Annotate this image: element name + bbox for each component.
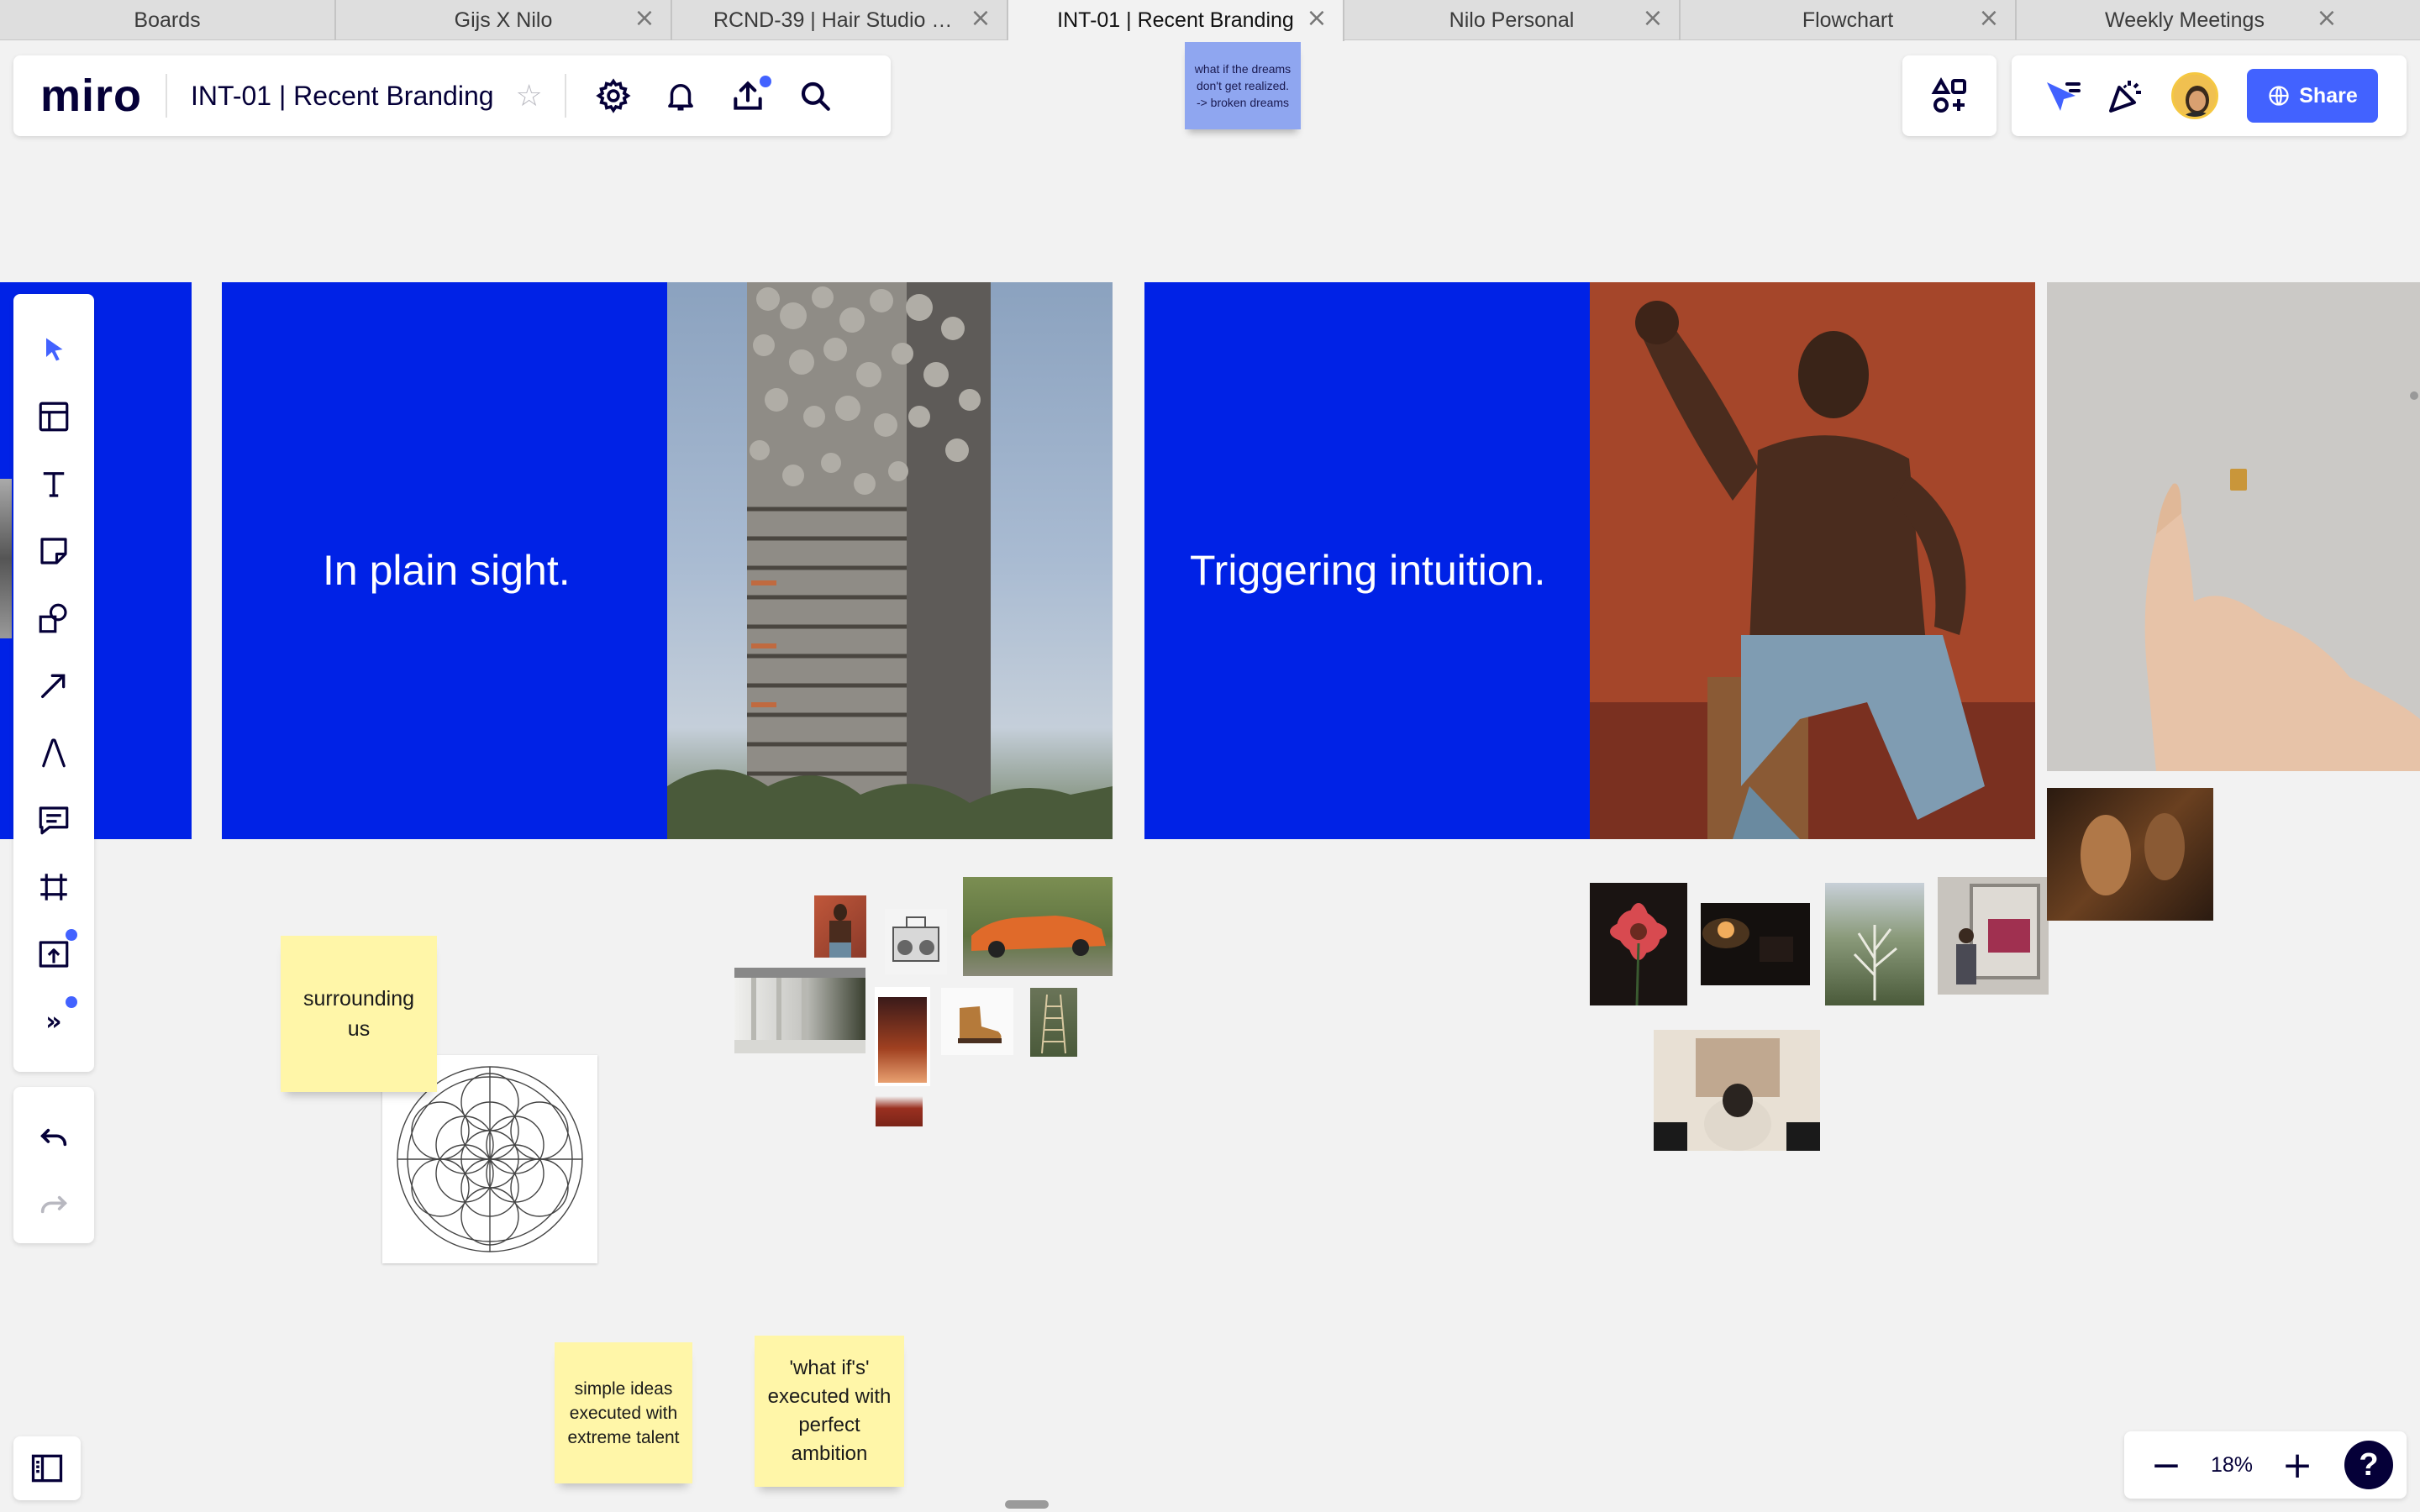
mood-image-boot[interactable] [941, 988, 1013, 1055]
tab-label: Nilo Personal [1449, 8, 1575, 32]
collaboration-panel: Share [2012, 55, 2407, 136]
arrow-tool[interactable] [30, 662, 77, 709]
board-title[interactable]: INT-01 | Recent Branding [191, 81, 494, 112]
frame-title: Triggering intuition. [1190, 547, 1546, 594]
sticky-note[interactable]: simple ideas executed with extreme talen… [555, 1342, 692, 1483]
templates-tool[interactable] [30, 393, 77, 440]
mood-image-painting[interactable] [2047, 788, 2213, 921]
mood-image-gradient-poster[interactable] [875, 987, 930, 1086]
notification-dot [66, 996, 77, 1008]
apps-icon[interactable] [1929, 76, 1970, 116]
close-icon[interactable]: × [970, 6, 992, 31]
left-toolbar: » [13, 294, 94, 1072]
search-icon[interactable] [795, 76, 835, 116]
celebrate-icon[interactable] [2106, 76, 2146, 116]
mood-image-dark-room[interactable] [1701, 903, 1810, 985]
partial-photo-edge [0, 479, 12, 638]
tab-label: Boards [134, 8, 201, 32]
portrait-photo[interactable] [1590, 282, 2035, 839]
tab-label: INT-01 | Recent Branding [1057, 8, 1294, 32]
tab-rcnd-39[interactable]: RCND-39 | Hair Studio Br... × [672, 0, 1008, 40]
pen-tool[interactable] [30, 729, 77, 776]
star-icon[interactable]: ☆ [516, 79, 543, 113]
share-button[interactable]: Share [2247, 69, 2378, 123]
close-icon[interactable]: × [1306, 6, 1328, 31]
close-icon[interactable]: × [634, 6, 655, 31]
mood-image-tv-viewer[interactable] [1654, 1030, 1820, 1151]
tab-label: Flowchart [1802, 8, 1894, 32]
divider [564, 74, 566, 118]
globe-icon [2269, 86, 2289, 106]
mood-image-orange-car[interactable] [963, 877, 1113, 976]
mood-image-mirror-figure[interactable] [1938, 877, 2049, 995]
zoom-out-button[interactable]: − [2143, 1441, 2190, 1488]
close-icon[interactable]: × [1978, 6, 2000, 31]
redo-icon[interactable] [30, 1181, 77, 1228]
select-tool[interactable] [30, 326, 77, 373]
frame-tool[interactable] [30, 864, 77, 911]
tab-int-01[interactable]: INT-01 | Recent Branding × [1008, 0, 1344, 41]
zoom-level[interactable]: 18% [2190, 1453, 2274, 1478]
close-icon[interactable]: × [1642, 6, 1664, 31]
more-tools[interactable]: » [30, 996, 77, 1045]
tab-label: Gijs X Nilo [454, 8, 553, 32]
browser-tab-bar: Boards Gijs X Nilo × RCND-39 | Hair Studi… [0, 0, 2420, 41]
tower-photo[interactable] [667, 282, 1113, 839]
cursor-follow-icon[interactable] [2042, 76, 2082, 116]
undo-icon[interactable] [30, 1114, 77, 1161]
gear-icon[interactable] [593, 76, 634, 116]
tab-nilo-personal[interactable]: Nilo Personal × [1344, 0, 1681, 40]
tab-weekly-meetings[interactable]: Weekly Meetings × [2017, 0, 2353, 40]
apps-panel [1902, 55, 1996, 136]
divider [166, 74, 168, 118]
horizontal-scroll-handle[interactable] [1005, 1500, 1049, 1509]
board-header: miro INT-01 | Recent Branding ☆ [13, 55, 891, 136]
chevrons-right-icon: » [45, 1006, 62, 1037]
tab-label: RCND-39 | Hair Studio Br... [713, 8, 965, 32]
sticky-note-text: surrounding us [302, 987, 415, 1041]
help-button[interactable]: ? [2344, 1441, 2393, 1489]
tab-label: Weekly Meetings [2105, 8, 2265, 32]
tab-boards[interactable]: Boards [0, 0, 336, 40]
close-icon[interactable]: × [2316, 6, 2338, 31]
undo-redo-panel [13, 1087, 94, 1243]
share-label: Share [2299, 83, 2358, 108]
sticky-note[interactable]: 'what if's' executed with perfect ambiti… [755, 1336, 904, 1487]
hand-photo[interactable] [2047, 282, 2420, 771]
mood-image-flower[interactable] [1590, 883, 1687, 1005]
mood-image-ladder[interactable] [1030, 988, 1077, 1057]
mood-image-red-house[interactable] [876, 1096, 923, 1126]
text-tool[interactable] [30, 460, 77, 507]
shapes-tool[interactable] [30, 595, 77, 642]
zoom-in-button[interactable]: + [2274, 1441, 2321, 1488]
sidebar-toggle[interactable] [13, 1436, 81, 1500]
mood-image-colonnade[interactable] [734, 968, 865, 1053]
mood-image-bodybuilder[interactable] [814, 895, 866, 958]
floating-note-text: what if the dreams don't get realized. -… [1194, 62, 1292, 109]
upload-tool[interactable] [30, 929, 77, 978]
tab-flowchart[interactable]: Flowchart × [1681, 0, 2017, 40]
frame-title: In plain sight. [323, 547, 571, 594]
sidebar-icon [31, 1454, 63, 1483]
mood-image-plant[interactable] [1825, 883, 1924, 1005]
poster-gradient [878, 997, 927, 1083]
vertical-scroll-handle[interactable] [2410, 391, 2418, 400]
comment-tool[interactable] [30, 796, 77, 843]
sticky-note-text: simple ideas executed with extreme talen… [567, 1378, 680, 1447]
sticky-note-text: 'what if's' executed with perfect ambiti… [767, 1357, 892, 1465]
sticky-note[interactable]: surrounding us [281, 936, 437, 1092]
zoom-panel: − 18% + ? [2124, 1431, 2407, 1499]
bell-icon[interactable] [660, 76, 701, 116]
mood-image-boombox[interactable] [885, 909, 947, 974]
floating-note[interactable]: what if the dreams don't get realized. -… [1185, 42, 1301, 129]
avatar[interactable] [2171, 72, 2218, 119]
tab-gijs-x-nilo[interactable]: Gijs X Nilo × [336, 0, 672, 40]
sticky-note-tool[interactable] [30, 528, 77, 575]
miro-logo[interactable]: miro [40, 70, 142, 122]
upload-icon[interactable] [728, 76, 771, 116]
notification-dot [759, 76, 771, 87]
notification-dot [66, 929, 77, 941]
